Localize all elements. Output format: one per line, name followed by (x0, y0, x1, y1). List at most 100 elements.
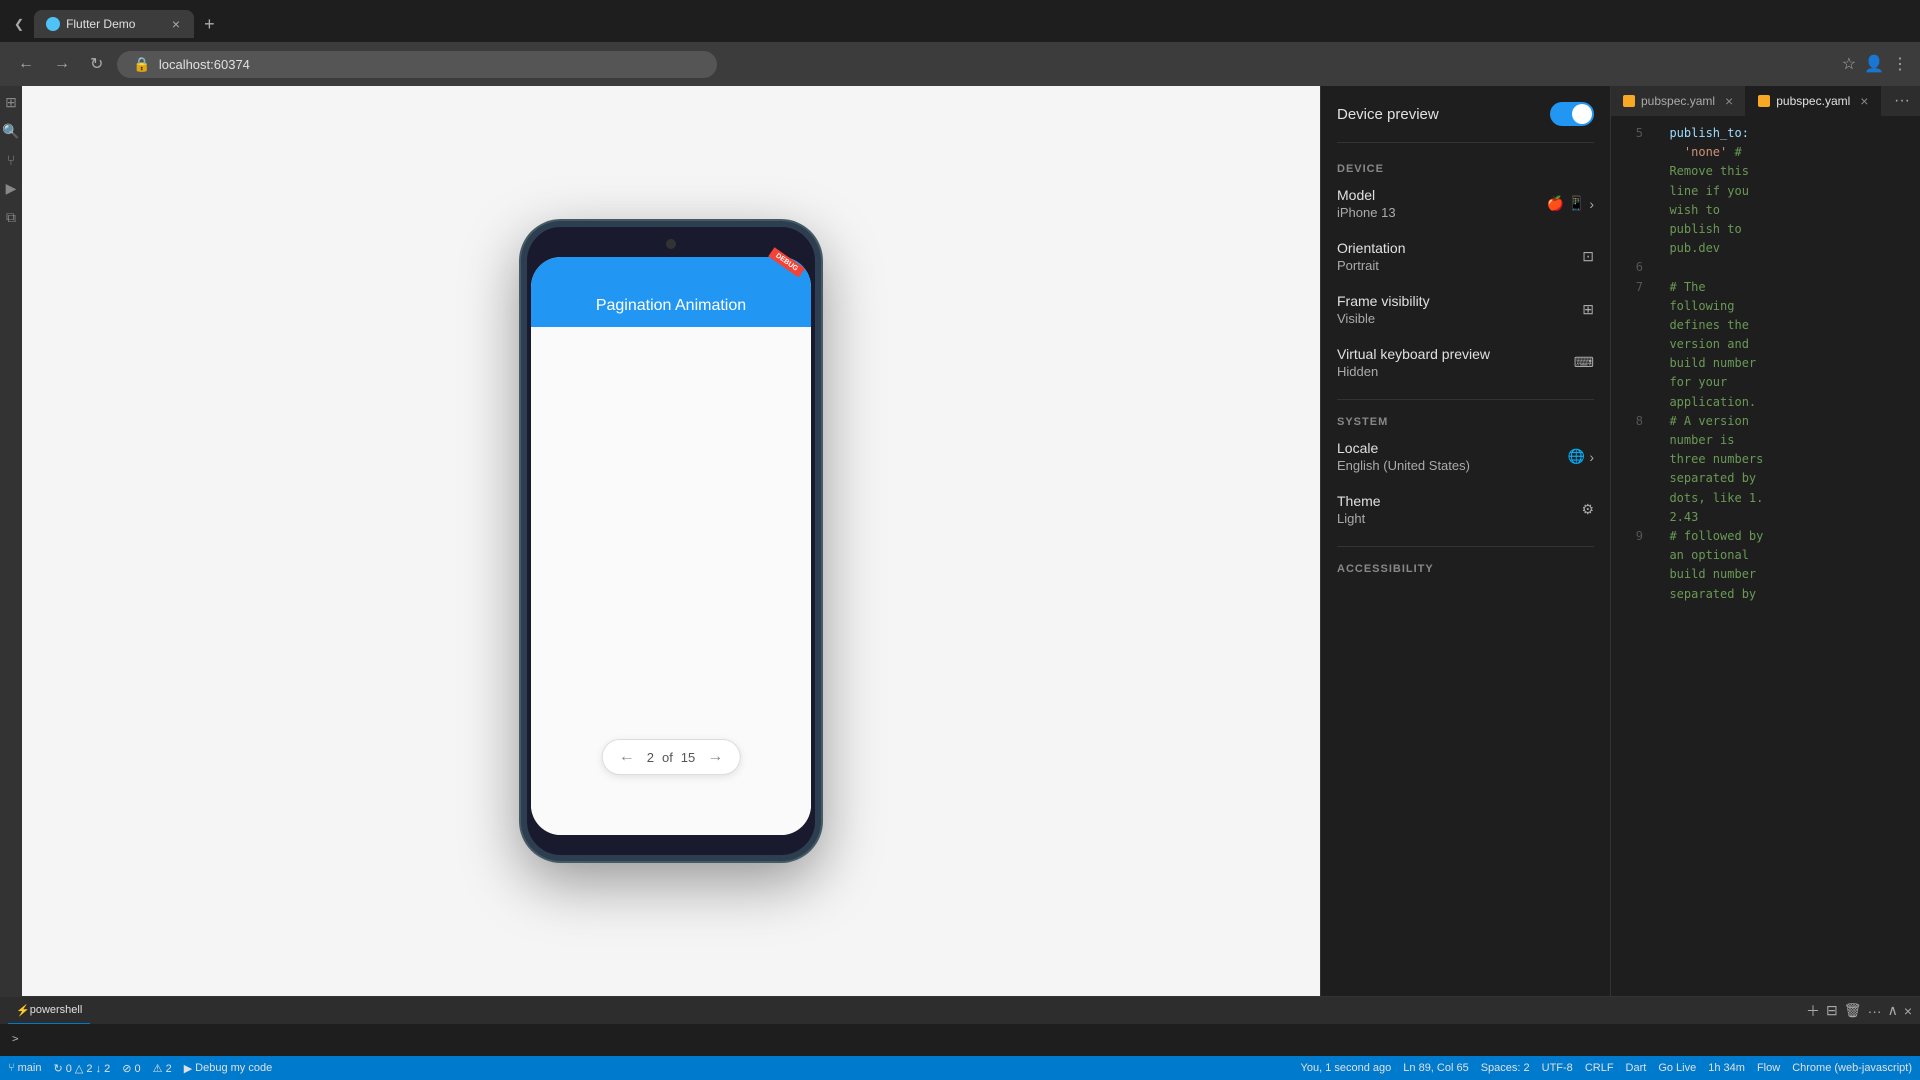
pagination-prev-button[interactable]: ← (615, 746, 639, 768)
tab-close-button[interactable]: × (170, 16, 182, 32)
address-bar[interactable]: 🔒 localhost:60374 (117, 51, 717, 78)
frame-visibility-label: Frame visibility (1337, 293, 1582, 309)
orientation-label: Orientation (1337, 240, 1582, 256)
run-debug-status[interactable]: ▶ Debug my code (184, 1062, 273, 1075)
git-blame-status[interactable]: You, 1 second ago (1301, 1062, 1392, 1074)
virtual-keyboard-label: Virtual keyboard preview (1337, 346, 1574, 362)
browser-menu-icon[interactable]: ⋮ (1892, 54, 1908, 74)
virtual-keyboard-icon[interactable]: ⌨ (1574, 354, 1594, 371)
orientation-setting-row: Orientation Portrait ⊡ (1337, 240, 1594, 273)
model-setting-row: Model iPhone 13 🍎 📱 › (1337, 187, 1594, 220)
code-line-5c: Remove this (1611, 162, 1920, 181)
git-branch-status[interactable]: ⑂ main (8, 1062, 41, 1074)
orientation-info: Orientation Portrait (1337, 240, 1582, 273)
frame-grid-icon: ⊞ (1582, 301, 1594, 318)
code-line-8: 8 # A version (1611, 412, 1920, 431)
flutter-preview-area: DEBUG Pagination Animation ← 2 of 15 → (22, 86, 1320, 996)
powershell-tab[interactable]: ⚡ powershell (8, 997, 90, 1024)
terminal-content: > (0, 1025, 1920, 1056)
back-button[interactable]: ← (12, 51, 40, 77)
forward-button[interactable]: → (48, 51, 76, 77)
errors-status[interactable]: ⊘ 0 (122, 1062, 140, 1075)
code-line-5d: line if you (1611, 182, 1920, 201)
editor-tab-close-1[interactable]: × (1860, 93, 1868, 109)
new-tab-button[interactable]: + (198, 12, 221, 37)
warnings-status[interactable]: ⚠ 2 (153, 1062, 172, 1075)
pagination-separator: of (662, 750, 673, 765)
address-text: localhost:60374 (159, 57, 702, 72)
code-line-8c: three numbers (1611, 450, 1920, 469)
tab-favicon (46, 17, 60, 31)
split-terminal-button[interactable]: ⊟ (1826, 1002, 1838, 1019)
terminal-close-button[interactable]: × (1904, 1003, 1912, 1019)
frame-visibility-icon[interactable]: ⊞ (1582, 301, 1594, 318)
spaces-status[interactable]: Spaces: 2 (1481, 1062, 1530, 1074)
editor-tab-1[interactable]: pubspec.yaml × (1746, 86, 1881, 116)
model-info: Model iPhone 13 (1337, 187, 1546, 220)
browser-tab[interactable]: Flutter Demo × (34, 10, 194, 38)
vscode-editor: pubspec.yaml × pubspec.yaml × ··· 5 publ… (1610, 86, 1920, 996)
cursor-position-status[interactable]: Ln 89, Col 65 (1403, 1062, 1468, 1074)
bookmark-icon[interactable]: ☆ (1842, 54, 1856, 74)
theme-setting-row: Theme Light ⚙ (1337, 493, 1594, 526)
terminal-more-button[interactable]: ··· (1868, 1003, 1882, 1019)
debug-icon[interactable]: ▶ (6, 180, 17, 197)
editor-tab-label-2: pubspec.yaml (1641, 94, 1715, 108)
git-icon[interactable]: ⑂ (7, 152, 15, 168)
theme-value: Light (1337, 511, 1581, 526)
model-icons[interactable]: 🍎 📱 › (1546, 195, 1594, 212)
editor-tab-label-1: pubspec.yaml (1776, 94, 1850, 108)
editor-tab-close-2[interactable]: × (1725, 93, 1733, 109)
locale-value: English (United States) (1337, 458, 1568, 473)
orientation-value: Portrait (1337, 258, 1582, 273)
time-status[interactable]: 1h 34m (1708, 1062, 1745, 1074)
phone-camera (666, 239, 676, 249)
orientation-icon[interactable]: ⊡ (1582, 248, 1594, 265)
run-icon: ▶ (184, 1062, 192, 1075)
profile-icon[interactable]: 👤 (1864, 54, 1884, 74)
app-title: Pagination Animation (596, 297, 746, 314)
pagination-control[interactable]: ← 2 of 15 → (602, 739, 741, 775)
chrome-status[interactable]: Chrome (web-javascript) (1792, 1062, 1912, 1074)
code-line-5g: pub.dev (1611, 239, 1920, 258)
pagination-next-button[interactable]: → (703, 746, 727, 768)
locale-icons[interactable]: 🌐 › (1568, 448, 1594, 465)
terminal-maximize-button[interactable]: ∧ (1888, 1002, 1898, 1019)
code-line-8b: number is (1611, 431, 1920, 450)
powershell-label: powershell (30, 1004, 83, 1016)
phone-frame: DEBUG Pagination Animation ← 2 of 15 → (521, 221, 821, 861)
bottom-panel-tab-bar: ⚡ powershell ＋ ⊟ 🗑 ··· ∧ × (0, 997, 1920, 1025)
line-ending-status[interactable]: CRLF (1585, 1062, 1614, 1074)
trash-terminal-button[interactable]: 🗑 (1844, 1002, 1862, 1019)
keyboard-icon: ⌨ (1574, 354, 1594, 371)
yaml-file-icon (1623, 95, 1635, 107)
device-preview-toggle[interactable] (1550, 102, 1594, 126)
virtual-keyboard-info: Virtual keyboard preview Hidden (1337, 346, 1574, 379)
section-divider-1 (1337, 399, 1594, 400)
code-line-7f: for your (1611, 373, 1920, 392)
git-branch-icon: ⑂ (8, 1062, 15, 1074)
refresh-button[interactable]: ↻ (84, 50, 109, 78)
code-line-8f: 2.43 (1611, 508, 1920, 527)
editor-content: 5 publish_to: 'none' # Remove this line … (1611, 116, 1920, 996)
extensions-icon[interactable]: ⧉ (6, 209, 16, 226)
editor-tab-2[interactable]: pubspec.yaml × (1611, 86, 1746, 116)
code-line-8d: separated by (1611, 469, 1920, 488)
theme-icon[interactable]: ⚙ (1581, 501, 1594, 518)
add-terminal-button[interactable]: ＋ (1806, 1001, 1820, 1021)
locale-label: Locale (1337, 440, 1568, 456)
editor-more-button[interactable]: ··· (1884, 86, 1920, 116)
sync-status[interactable]: ↻ 0 △ 2 ↓ 2 (53, 1062, 110, 1075)
tab-bar-chevron[interactable]: ❮ (8, 13, 30, 35)
explorer-icon[interactable]: ⊞ (5, 94, 17, 111)
toggle-knob (1572, 104, 1592, 124)
encoding-status[interactable]: UTF-8 (1542, 1062, 1573, 1074)
code-line-9: 9 # followed by (1611, 527, 1920, 546)
flow-status[interactable]: Flow (1757, 1062, 1780, 1074)
git-branch-label: main (18, 1062, 42, 1074)
code-line-7d: version and (1611, 335, 1920, 354)
go-live-status[interactable]: Go Live (1658, 1062, 1696, 1074)
code-line-8e: dots, like 1. (1611, 489, 1920, 508)
language-mode-status[interactable]: Dart (1626, 1062, 1647, 1074)
search-icon[interactable]: 🔍 (2, 123, 19, 140)
